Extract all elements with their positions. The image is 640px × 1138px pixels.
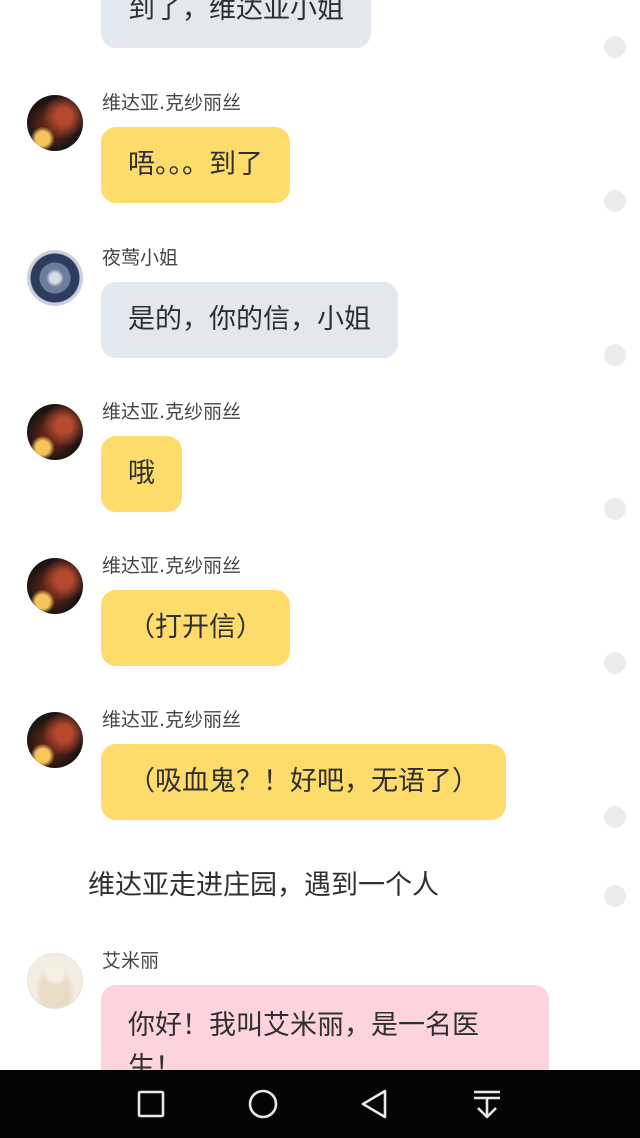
square-icon <box>137 1090 165 1118</box>
message-bubble[interactable]: 唔。。。到了 <box>101 127 290 203</box>
sender-name: 维达亚.克纱丽丝 <box>102 555 242 577</box>
message-bubble[interactable]: （吸血鬼？！好吧，无语了） <box>101 744 506 820</box>
message-bubble[interactable]: （打开信） <box>101 590 290 666</box>
avatar[interactable] <box>27 95 83 151</box>
avatar[interactable] <box>27 250 83 306</box>
select-dot-icon[interactable] <box>604 806 626 828</box>
back-triangle-icon <box>361 1089 387 1119</box>
narration-text[interactable]: 维达亚走进庄园，遇到一个人 <box>88 866 439 906</box>
select-dot-icon[interactable] <box>604 652 626 674</box>
message-bubble[interactable]: 你好！我叫艾米丽，是一名医生！ <box>101 985 549 1070</box>
avatar[interactable] <box>27 558 83 614</box>
back-button[interactable] <box>358 1087 392 1121</box>
select-dot-icon[interactable] <box>604 36 626 58</box>
notification-pulldown-button[interactable] <box>470 1087 504 1121</box>
home-button[interactable] <box>246 1087 280 1121</box>
sender-name: 维达亚.克纱丽丝 <box>102 709 242 731</box>
message-bubble[interactable]: 到了，维达亚小姐 <box>101 0 371 48</box>
sender-name: 维达亚.克纱丽丝 <box>102 92 242 114</box>
recent-apps-button[interactable] <box>134 1087 168 1121</box>
sender-name: 艾米丽 <box>102 950 160 972</box>
avatar[interactable] <box>27 404 83 460</box>
sender-name: 夜莺小姐 <box>102 247 179 269</box>
message-bubble[interactable]: 哦 <box>101 436 182 512</box>
circle-icon <box>248 1089 278 1119</box>
select-dot-icon[interactable] <box>604 885 626 907</box>
pull-down-icon <box>474 1090 500 1119</box>
avatar[interactable] <box>27 953 83 1009</box>
chat-list[interactable]: 到了，维达亚小姐 维达亚.克纱丽丝 唔。。。到了 夜莺小姐 是的，你的信，小姐 … <box>0 0 640 1070</box>
system-navigation-bar <box>0 1070 640 1138</box>
sender-name: 维达亚.克纱丽丝 <box>102 401 242 423</box>
select-dot-icon[interactable] <box>604 498 626 520</box>
select-dot-icon[interactable] <box>604 190 626 212</box>
select-dot-icon[interactable] <box>604 344 626 366</box>
message-bubble[interactable]: 是的，你的信，小姐 <box>101 282 398 358</box>
avatar[interactable] <box>27 712 83 768</box>
